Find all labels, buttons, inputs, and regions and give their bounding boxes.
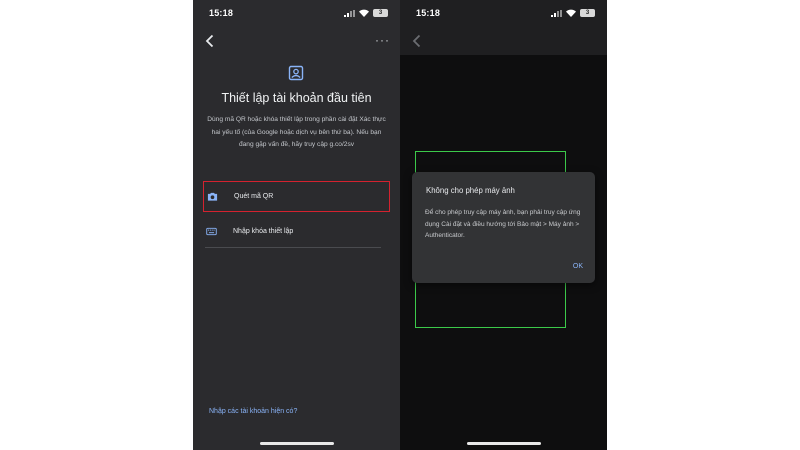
status-icons: 3: [344, 9, 388, 17]
setup-screen: 15:18 3 ··· Thiết lập tài khoản đầu tiên…: [193, 0, 400, 450]
dialog-title: Không cho phép máy ảnh: [426, 186, 515, 195]
page-title: Thiết lập tài khoản đầu tiên: [221, 91, 372, 105]
divider: [205, 247, 381, 248]
back-arrow-icon[interactable]: [201, 32, 219, 50]
enter-setup-key-label: Nhập khóa thiết lập: [233, 227, 294, 235]
status-bar: 15:18 3: [193, 0, 400, 24]
home-indicator: [466, 442, 541, 445]
camera-scan-screen: 15:18 3 Không cho phép máy ảnh Để cho ph…: [400, 0, 607, 450]
status-time: 15:18: [209, 8, 234, 18]
enter-setup-key-option[interactable]: Nhập khóa thiết lập: [203, 216, 390, 246]
import-accounts-link[interactable]: Nhập các tài khoản hiện có?: [209, 408, 297, 415]
back-arrow-icon[interactable]: [408, 32, 426, 50]
more-options-icon[interactable]: ···: [375, 33, 390, 47]
battery-icon: 3: [373, 9, 388, 17]
signal-icon: [344, 9, 355, 17]
dialog-message: Để cho phép truy cập máy ảnh, bạn phải t…: [425, 209, 581, 239]
signal-icon: [551, 9, 562, 17]
status-bar: 15:18 3: [400, 0, 607, 24]
account-box-icon: [288, 65, 304, 81]
scan-qr-label: Quét mã QR: [234, 193, 274, 200]
home-indicator: [259, 442, 334, 445]
ok-button[interactable]: OK: [573, 263, 583, 270]
camera-icon: [207, 192, 218, 201]
keyboard-icon: [206, 227, 217, 235]
wifi-icon: [359, 9, 369, 17]
status-icons: 3: [551, 9, 595, 17]
wifi-icon: [566, 9, 576, 17]
camera-permission-dialog: Không cho phép máy ảnh Để cho phép truy …: [412, 172, 595, 283]
scan-qr-option[interactable]: Quét mã QR: [203, 181, 390, 212]
battery-icon: 3: [580, 9, 595, 17]
status-time: 15:18: [416, 8, 441, 18]
page-description: Dùng mã QR hoặc khóa thiết lập trong phầ…: [207, 116, 386, 148]
